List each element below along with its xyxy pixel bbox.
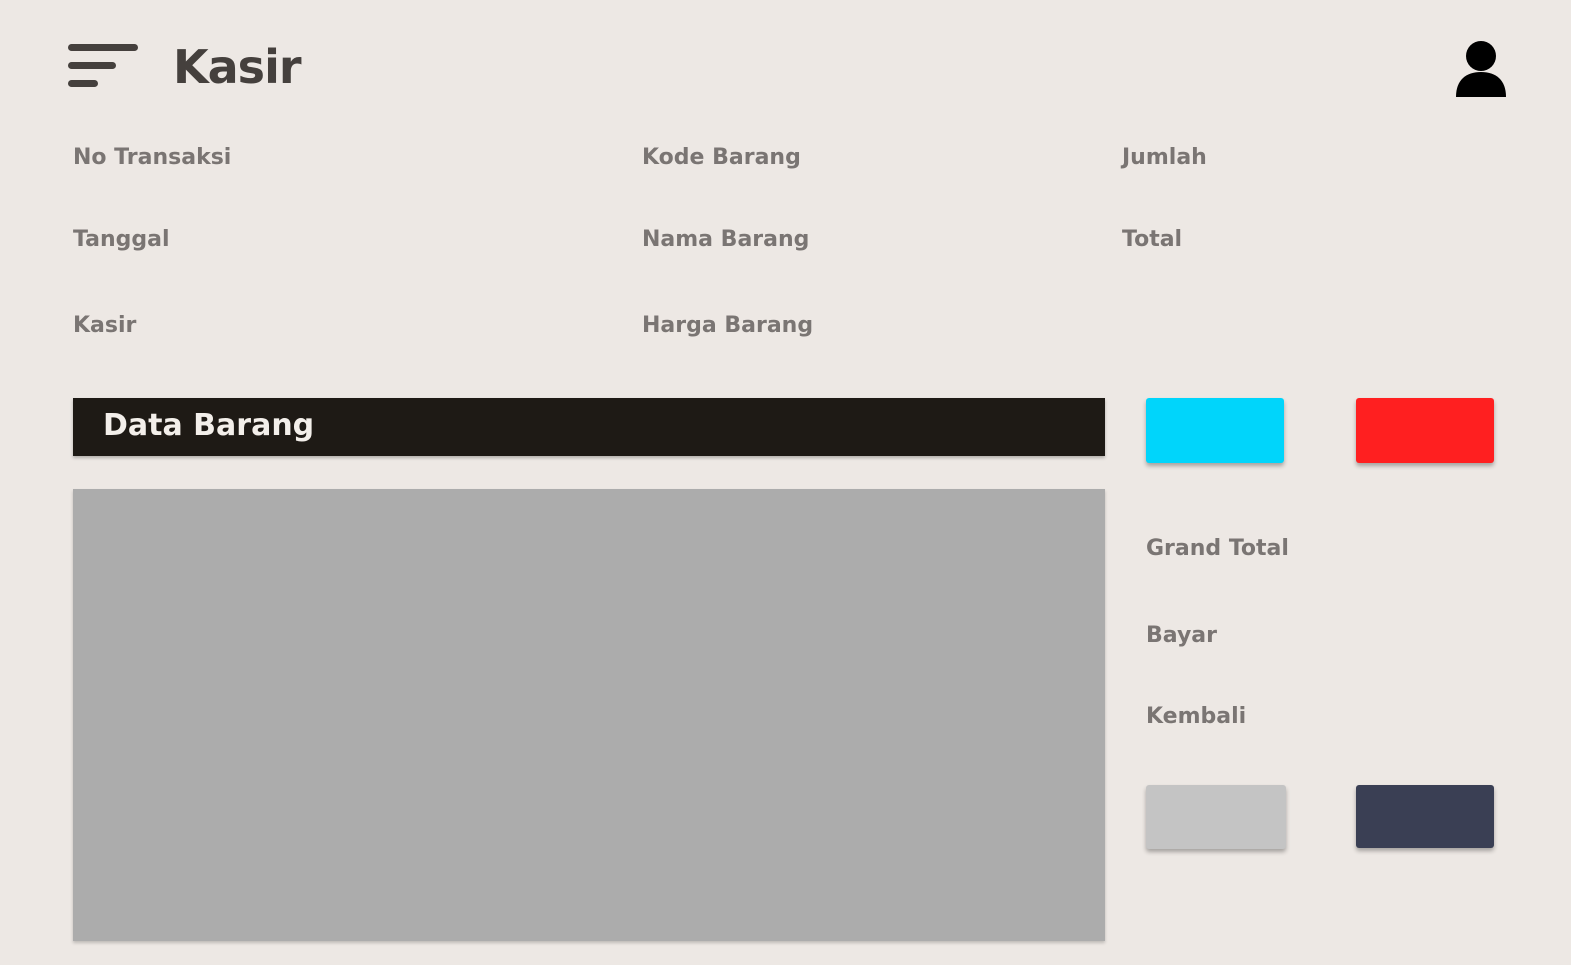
hamburger-menu-icon[interactable]: [68, 44, 140, 88]
bayar-label: Bayar: [1146, 623, 1217, 648]
gray-action-button[interactable]: [1146, 785, 1286, 849]
nama-barang-label: Nama Barang: [642, 227, 810, 252]
navy-action-button[interactable]: [1356, 785, 1494, 848]
page-title: Kasir: [173, 40, 302, 94]
kode-barang-label: Kode Barang: [642, 145, 801, 170]
red-action-button[interactable]: [1356, 398, 1494, 463]
kasir-label: Kasir: [73, 313, 137, 338]
jumlah-label: Jumlah: [1122, 145, 1207, 170]
menu-line: [68, 62, 116, 69]
menu-line: [68, 80, 98, 87]
total-label: Total: [1122, 227, 1183, 252]
cyan-action-button[interactable]: [1146, 398, 1284, 463]
user-profile-icon[interactable]: [1454, 40, 1508, 98]
data-barang-header: Data Barang: [73, 398, 1105, 456]
harga-barang-label: Harga Barang: [642, 313, 814, 338]
tanggal-label: Tanggal: [73, 227, 170, 252]
kembali-label: Kembali: [1146, 704, 1247, 729]
no-transaksi-label: No Transaksi: [73, 145, 232, 170]
menu-line: [68, 44, 138, 51]
grand-total-label: Grand Total: [1146, 536, 1289, 561]
data-barang-table[interactable]: [73, 489, 1105, 941]
kasir-page: Kasir No Transaksi Tanggal Kasir Kode Ba…: [0, 0, 1571, 965]
data-barang-title: Data Barang: [103, 408, 315, 443]
